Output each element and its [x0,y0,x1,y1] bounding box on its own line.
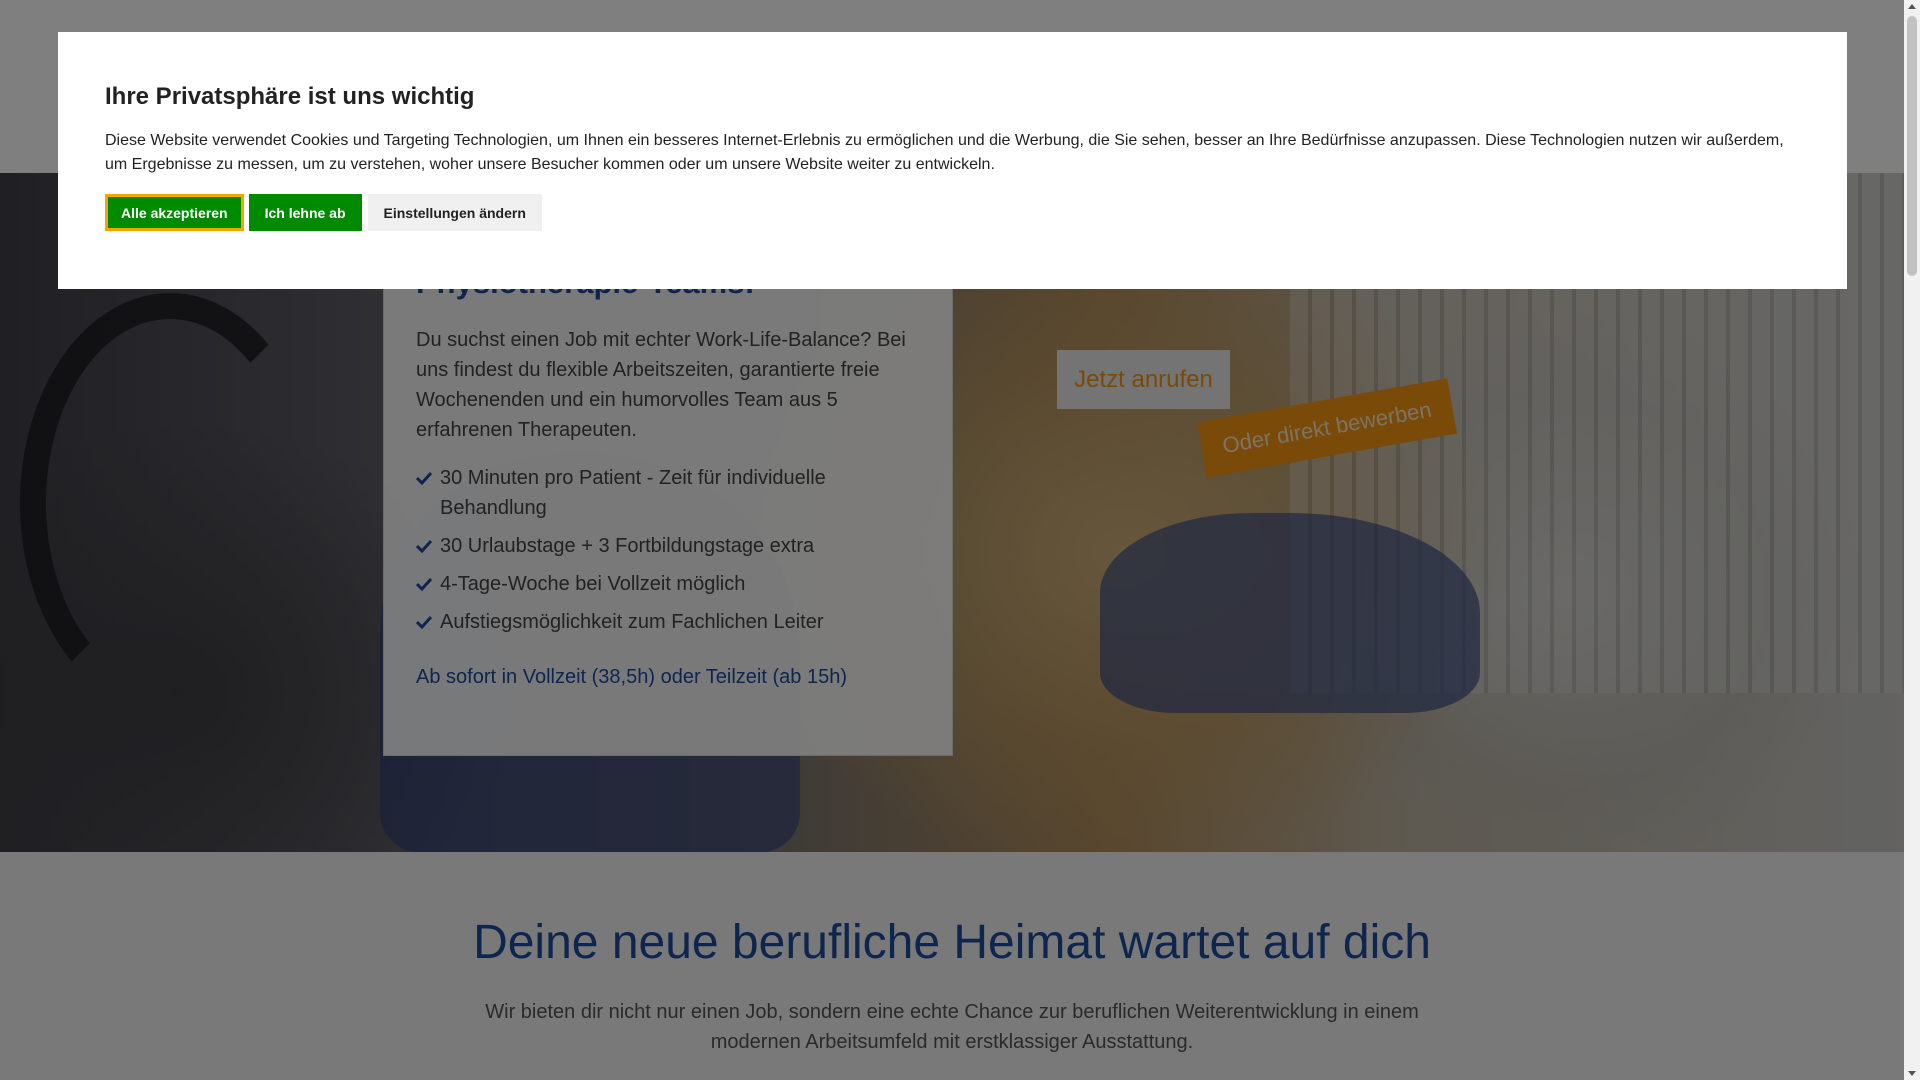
cookie-dialog-title: Ihre Privatsphäre ist uns wichtig [105,83,475,110]
page-scrollbar[interactable] [1904,0,1920,1080]
cookie-dialog-text: Diese Website verwendet Cookies und Targ… [105,132,1784,173]
accept-all-button[interactable]: Alle akzeptieren [105,194,244,231]
cookie-consent-dialog: Ihre Privatsphäre ist uns wichtig Diese … [58,32,1847,289]
scroll-up-arrow-icon[interactable] [1908,4,1916,9]
cookie-button-row: Alle akzeptieren Ich lehne ab Einstellun… [105,194,1800,231]
page: Physiotherapie-Teams! Du suchst einen Jo… [0,0,1904,1080]
scroll-down-arrow-icon[interactable] [1908,1071,1916,1076]
change-settings-button[interactable]: Einstellungen ändern [367,194,542,231]
decline-button[interactable]: Ich lehne ab [248,194,362,231]
scrollbar-thumb[interactable] [1907,16,1917,276]
